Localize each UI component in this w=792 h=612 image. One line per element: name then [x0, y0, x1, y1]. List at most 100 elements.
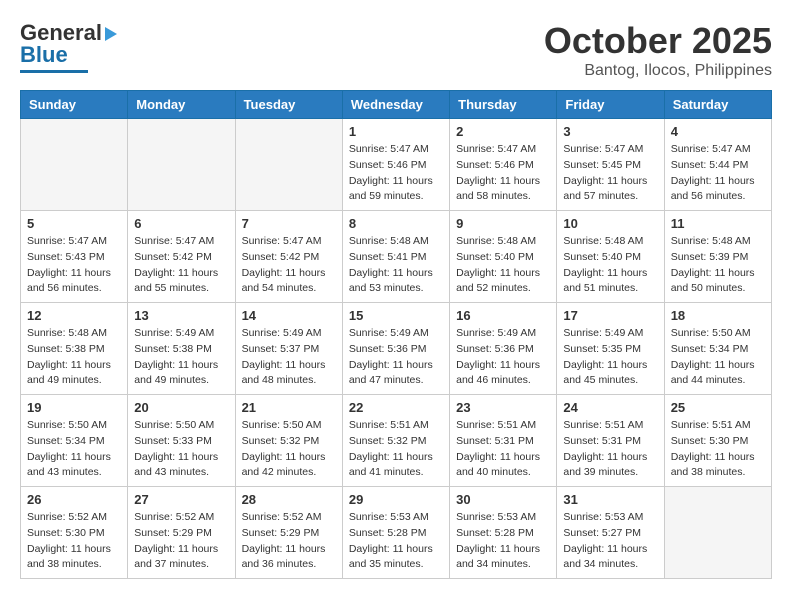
- col-header-wednesday: Wednesday: [342, 91, 449, 119]
- day-info: Sunrise: 5:50 AM Sunset: 5:34 PM Dayligh…: [671, 326, 765, 389]
- calendar-cell: 30 Sunrise: 5:53 AM Sunset: 5:28 PM Dayli…: [450, 487, 557, 579]
- logo: General Blue: [20, 20, 117, 73]
- day-info: Sunrise: 5:49 AM Sunset: 5:36 PM Dayligh…: [349, 326, 443, 389]
- day-number: 24: [563, 400, 657, 415]
- day-info: Sunrise: 5:52 AM Sunset: 5:29 PM Dayligh…: [242, 510, 336, 573]
- day-number: 5: [27, 216, 121, 231]
- calendar-cell: 17Sunrise: 5:49 AM Sunset: 5:35 PM Dayli…: [557, 303, 664, 395]
- day-info: Sunrise: 5:47 AM Sunset: 5:44 PM Dayligh…: [671, 142, 765, 205]
- day-number: 8: [349, 216, 443, 231]
- calendar-cell: [235, 119, 342, 211]
- day-info: Sunrise: 5:48 AM Sunset: 5:38 PM Dayligh…: [27, 326, 121, 389]
- calendar-header-row: SundayMondayTuesdayWednesdayThursdayFrid…: [21, 91, 772, 119]
- day-info: Sunrise: 5:47 AM Sunset: 5:46 PM Dayligh…: [456, 142, 550, 205]
- calendar-cell: 10 Sunrise: 5:48 AM Sunset: 5:40 PM Dayli…: [557, 211, 664, 303]
- day-number: 20: [134, 400, 228, 415]
- calendar-cell: 20Sunrise: 5:50 AM Sunset: 5:33 PM Dayli…: [128, 395, 235, 487]
- day-number: 26: [27, 492, 121, 507]
- title-area: October 2025 Bantog, Ilocos, Philippines: [544, 20, 772, 80]
- calendar-cell: 7 Sunrise: 5:47 AM Sunset: 5:42 PM Daylig…: [235, 211, 342, 303]
- calendar-cell: 9 Sunrise: 5:48 AM Sunset: 5:40 PM Daylig…: [450, 211, 557, 303]
- calendar-cell: 6 Sunrise: 5:47 AM Sunset: 5:42 PM Daylig…: [128, 211, 235, 303]
- calendar-cell: 3 Sunrise: 5:47 AM Sunset: 5:45 PM Daylig…: [557, 119, 664, 211]
- col-header-monday: Monday: [128, 91, 235, 119]
- location-subtitle: Bantog, Ilocos, Philippines: [544, 62, 772, 80]
- day-number: 1: [349, 124, 443, 139]
- day-number: 22: [349, 400, 443, 415]
- day-info: Sunrise: 5:53 AM Sunset: 5:28 PM Dayligh…: [349, 510, 443, 573]
- calendar-cell: 23Sunrise: 5:51 AM Sunset: 5:31 PM Dayli…: [450, 395, 557, 487]
- day-info: Sunrise: 5:52 AM Sunset: 5:29 PM Dayligh…: [134, 510, 228, 573]
- day-number: 16: [456, 308, 550, 323]
- col-header-saturday: Saturday: [664, 91, 771, 119]
- calendar-cell: 29Sunrise: 5:53 AM Sunset: 5:28 PM Dayli…: [342, 487, 449, 579]
- day-number: 19: [27, 400, 121, 415]
- day-number: 11: [671, 216, 765, 231]
- day-number: 7: [242, 216, 336, 231]
- day-number: 6: [134, 216, 228, 231]
- day-info: Sunrise: 5:53 AM Sunset: 5:28 PM Dayligh…: [456, 510, 550, 573]
- week-row-5: 26 Sunrise: 5:52 AM Sunset: 5:30 PM Dayli…: [21, 487, 772, 579]
- col-header-sunday: Sunday: [21, 91, 128, 119]
- calendar-cell: 8 Sunrise: 5:48 AM Sunset: 5:41 PM Daylig…: [342, 211, 449, 303]
- day-number: 15: [349, 308, 443, 323]
- day-info: Sunrise: 5:49 AM Sunset: 5:38 PM Dayligh…: [134, 326, 228, 389]
- day-number: 21: [242, 400, 336, 415]
- calendar-cell: 13 Sunrise: 5:49 AM Sunset: 5:38 PM Dayli…: [128, 303, 235, 395]
- day-info: Sunrise: 5:50 AM Sunset: 5:34 PM Dayligh…: [27, 418, 121, 481]
- day-info: Sunrise: 5:51 AM Sunset: 5:30 PM Dayligh…: [671, 418, 765, 481]
- day-info: Sunrise: 5:51 AM Sunset: 5:31 PM Dayligh…: [563, 418, 657, 481]
- day-number: 9: [456, 216, 550, 231]
- day-number: 25: [671, 400, 765, 415]
- week-row-4: 19 Sunrise: 5:50 AM Sunset: 5:34 PM Dayli…: [21, 395, 772, 487]
- day-info: Sunrise: 5:47 AM Sunset: 5:42 PM Dayligh…: [134, 234, 228, 297]
- calendar-cell: 14 Sunrise: 5:49 AM Sunset: 5:37 PM Dayli…: [235, 303, 342, 395]
- calendar-cell: 18Sunrise: 5:50 AM Sunset: 5:34 PM Dayli…: [664, 303, 771, 395]
- day-info: Sunrise: 5:47 AM Sunset: 5:46 PM Dayligh…: [349, 142, 443, 205]
- week-row-1: 1 Sunrise: 5:47 AM Sunset: 5:46 PM Daylig…: [21, 119, 772, 211]
- calendar-cell: 31 Sunrise: 5:53 AM Sunset: 5:27 PM Dayli…: [557, 487, 664, 579]
- day-number: 13: [134, 308, 228, 323]
- day-number: 31: [563, 492, 657, 507]
- day-info: Sunrise: 5:48 AM Sunset: 5:39 PM Dayligh…: [671, 234, 765, 297]
- calendar-cell: 21 Sunrise: 5:50 AM Sunset: 5:32 PM Dayli…: [235, 395, 342, 487]
- day-number: 14: [242, 308, 336, 323]
- col-header-thursday: Thursday: [450, 91, 557, 119]
- calendar-cell: 25 Sunrise: 5:51 AM Sunset: 5:30 PM Dayli…: [664, 395, 771, 487]
- day-info: Sunrise: 5:47 AM Sunset: 5:42 PM Dayligh…: [242, 234, 336, 297]
- col-header-friday: Friday: [557, 91, 664, 119]
- day-info: Sunrise: 5:49 AM Sunset: 5:37 PM Dayligh…: [242, 326, 336, 389]
- day-info: Sunrise: 5:47 AM Sunset: 5:45 PM Dayligh…: [563, 142, 657, 205]
- week-row-2: 5Sunrise: 5:47 AM Sunset: 5:43 PM Daylig…: [21, 211, 772, 303]
- day-number: 3: [563, 124, 657, 139]
- calendar-cell: 22 Sunrise: 5:51 AM Sunset: 5:32 PM Dayli…: [342, 395, 449, 487]
- day-number: 30: [456, 492, 550, 507]
- day-info: Sunrise: 5:49 AM Sunset: 5:36 PM Dayligh…: [456, 326, 550, 389]
- day-number: 27: [134, 492, 228, 507]
- calendar-cell: [128, 119, 235, 211]
- day-info: Sunrise: 5:53 AM Sunset: 5:27 PM Dayligh…: [563, 510, 657, 573]
- calendar-cell: 16 Sunrise: 5:49 AM Sunset: 5:36 PM Dayli…: [450, 303, 557, 395]
- calendar-cell: 4 Sunrise: 5:47 AM Sunset: 5:44 PM Daylig…: [664, 119, 771, 211]
- page-header: General Blue October 2025 Bantog, Ilocos…: [20, 20, 772, 80]
- day-number: 23: [456, 400, 550, 415]
- calendar-cell: 12 Sunrise: 5:48 AM Sunset: 5:38 PM Dayli…: [21, 303, 128, 395]
- calendar-cell: 24 Sunrise: 5:51 AM Sunset: 5:31 PM Dayli…: [557, 395, 664, 487]
- calendar-cell: 26 Sunrise: 5:52 AM Sunset: 5:30 PM Dayli…: [21, 487, 128, 579]
- day-number: 10: [563, 216, 657, 231]
- day-info: Sunrise: 5:51 AM Sunset: 5:32 PM Dayligh…: [349, 418, 443, 481]
- day-info: Sunrise: 5:50 AM Sunset: 5:32 PM Dayligh…: [242, 418, 336, 481]
- day-info: Sunrise: 5:48 AM Sunset: 5:41 PM Dayligh…: [349, 234, 443, 297]
- day-number: 28: [242, 492, 336, 507]
- calendar-cell: [664, 487, 771, 579]
- calendar-cell: 11 Sunrise: 5:48 AM Sunset: 5:39 PM Dayli…: [664, 211, 771, 303]
- col-header-tuesday: Tuesday: [235, 91, 342, 119]
- day-info: Sunrise: 5:52 AM Sunset: 5:30 PM Dayligh…: [27, 510, 121, 573]
- day-number: 17: [563, 308, 657, 323]
- day-info: Sunrise: 5:48 AM Sunset: 5:40 PM Dayligh…: [563, 234, 657, 297]
- day-number: 4: [671, 124, 765, 139]
- day-info: Sunrise: 5:48 AM Sunset: 5:40 PM Dayligh…: [456, 234, 550, 297]
- calendar-cell: 19 Sunrise: 5:50 AM Sunset: 5:34 PM Dayli…: [21, 395, 128, 487]
- day-number: 2: [456, 124, 550, 139]
- day-number: 12: [27, 308, 121, 323]
